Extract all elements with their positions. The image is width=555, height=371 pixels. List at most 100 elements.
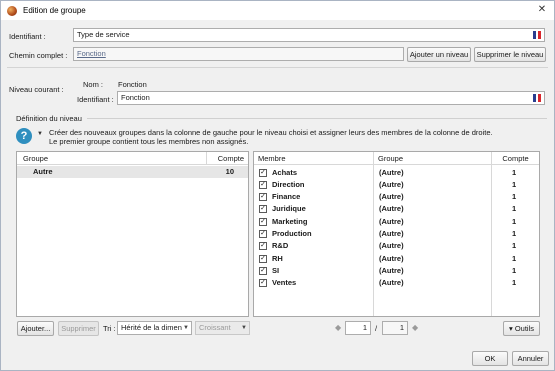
- member-checkbox[interactable]: ✓: [259, 230, 267, 238]
- member-name: Juridique: [272, 204, 306, 213]
- member-checkbox[interactable]: ✓: [259, 205, 267, 213]
- groups-table-header: Groupe Compte: [17, 152, 248, 165]
- compte-column-header[interactable]: Compte: [207, 152, 248, 165]
- member-checkbox[interactable]: ✓: [259, 181, 267, 189]
- order-value: Croissant: [199, 323, 231, 332]
- help-text-1: Créer des nouveaux groupes dans la colon…: [49, 128, 493, 137]
- chevron-down-icon: ▼: [241, 325, 247, 331]
- group-name: Autre: [33, 167, 53, 176]
- identifiant-label: Identifiant :: [9, 32, 46, 41]
- sort-value: Hérité de la dimen: [121, 323, 182, 332]
- page-separator: /: [375, 324, 378, 333]
- previous-page-icon[interactable]: ◆: [335, 323, 341, 332]
- member-name: Finance: [272, 192, 301, 201]
- member-group: (Autre): [379, 278, 404, 287]
- table-row[interactable]: ✓ Finance (Autre) 1: [254, 191, 539, 203]
- remove-level-button[interactable]: Supprimer le niveau: [474, 47, 546, 62]
- identifiant-value: Type de service: [77, 30, 130, 39]
- next-page-icon[interactable]: ◆: [412, 323, 418, 332]
- table-row[interactable]: ✓ Production (Autre) 1: [254, 228, 539, 240]
- members-table: Membre Groupe Compte ✓ Achats (Autre) 1 …: [253, 151, 540, 317]
- member-checkbox[interactable]: ✓: [259, 218, 267, 226]
- close-icon[interactable]: ✕: [536, 4, 548, 16]
- chevron-down-icon: ▼: [183, 325, 189, 331]
- member-name: Direction: [272, 180, 305, 189]
- groupe-column-header[interactable]: Groupe: [374, 152, 490, 165]
- chemin-label: Chemin complet :: [9, 51, 68, 60]
- niveau-label: Niveau courant :: [9, 85, 64, 94]
- total-pages-value: 1: [399, 323, 404, 332]
- member-group: (Autre): [379, 254, 404, 263]
- member-name: Ventes: [272, 278, 297, 287]
- current-page-input[interactable]: 1: [345, 321, 371, 335]
- member-name: SI: [272, 266, 280, 275]
- member-count: 1: [512, 254, 517, 263]
- cancel-button[interactable]: Annuler: [512, 351, 549, 366]
- member-group: (Autre): [379, 180, 404, 189]
- table-row[interactable]: ✓ RH (Autre) 1: [254, 253, 539, 265]
- chemin-field: Fonction: [73, 47, 404, 61]
- member-checkbox[interactable]: ✓: [259, 242, 267, 250]
- group-count: 10: [225, 167, 234, 176]
- table-row[interactable]: ✓ Marketing (Autre) 1: [254, 216, 539, 228]
- niveau-identifiant-value: Fonction: [121, 93, 150, 102]
- nom-label: Nom :: [83, 80, 104, 89]
- compte-column-header[interactable]: Compte: [492, 152, 539, 165]
- member-group: (Autre): [379, 217, 404, 226]
- member-name: Production: [272, 229, 312, 238]
- add-level-button[interactable]: Ajouter un niveau: [407, 47, 471, 62]
- sort-select[interactable]: Hérité de la dimen ▼: [117, 321, 192, 335]
- member-checkbox[interactable]: ✓: [259, 267, 267, 275]
- groups-table: Groupe Compte Autre 10: [16, 151, 249, 317]
- member-name: R&D: [272, 241, 289, 250]
- member-count: 1: [512, 192, 517, 201]
- member-count: 1: [512, 229, 517, 238]
- delete-group-button[interactable]: Supprimer: [58, 321, 99, 336]
- table-row[interactable]: ✓ Direction (Autre) 1: [254, 179, 539, 191]
- member-count: 1: [512, 241, 517, 250]
- member-count: 1: [512, 217, 517, 226]
- niveau-identifiant-label: Identifiant :: [77, 95, 114, 104]
- identifiant-input[interactable]: Type de service: [73, 28, 545, 42]
- window-title: Edition de groupe: [23, 6, 86, 15]
- help-text-2: Le premier groupe contient tous les memb…: [49, 137, 249, 146]
- niveau-identifiant-input[interactable]: Fonction: [117, 91, 545, 105]
- order-select[interactable]: Croissant ▼: [195, 321, 250, 335]
- add-group-button[interactable]: Ajouter...: [17, 321, 54, 336]
- member-group: (Autre): [379, 168, 404, 177]
- edition-groupe-dialog: Edition de groupe ✕ Identifiant : Type d…: [0, 0, 555, 371]
- nom-value: Fonction: [118, 80, 147, 89]
- tools-button[interactable]: ▾ Outils: [503, 321, 540, 336]
- member-group: (Autre): [379, 192, 404, 201]
- member-name: RH: [272, 254, 283, 263]
- table-row[interactable]: Autre 10: [17, 166, 248, 178]
- table-row[interactable]: ✓ R&D (Autre) 1: [254, 240, 539, 252]
- total-pages-field: 1: [382, 321, 408, 335]
- member-checkbox[interactable]: ✓: [259, 279, 267, 287]
- member-group: (Autre): [379, 229, 404, 238]
- groupe-column-header[interactable]: Groupe: [19, 152, 204, 165]
- member-group: (Autre): [379, 266, 404, 275]
- members-table-header: Membre Groupe Compte: [254, 152, 539, 316]
- member-checkbox[interactable]: ✓: [259, 255, 267, 263]
- help-icon[interactable]: ?: [16, 128, 32, 144]
- language-flag-icon[interactable]: [533, 31, 542, 39]
- groupbox-line: [87, 118, 547, 119]
- table-row[interactable]: ✓ SI (Autre) 1: [254, 265, 539, 277]
- chemin-link[interactable]: Fonction: [77, 49, 106, 58]
- membre-column-header[interactable]: Membre: [254, 152, 372, 165]
- title-bar: Edition de groupe ✕: [1, 1, 554, 20]
- member-checkbox[interactable]: ✓: [259, 169, 267, 177]
- member-checkbox[interactable]: ✓: [259, 193, 267, 201]
- help-caret-icon[interactable]: ▼: [37, 131, 43, 137]
- table-row[interactable]: ✓ Juridique (Autre) 1: [254, 203, 539, 215]
- table-row[interactable]: ✓ Ventes (Autre) 1: [254, 277, 539, 289]
- ok-button[interactable]: OK: [472, 351, 508, 366]
- member-group: (Autre): [379, 241, 404, 250]
- language-flag-icon[interactable]: [533, 94, 542, 102]
- sort-label: Tri :: [103, 324, 116, 333]
- app-icon: [7, 5, 17, 16]
- definition-legend: Définition du niveau: [16, 114, 82, 123]
- table-row[interactable]: ✓ Achats (Autre) 1: [254, 167, 539, 179]
- member-count: 1: [512, 204, 517, 213]
